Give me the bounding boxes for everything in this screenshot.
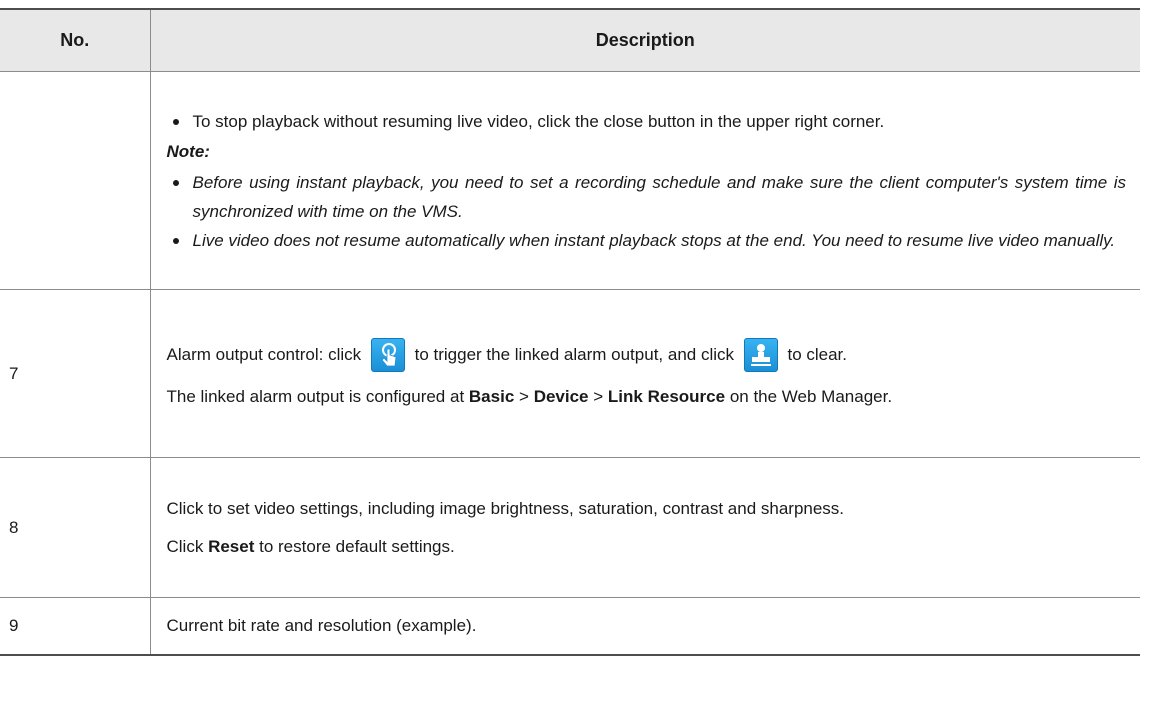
- text-segment: on the Web Manager.: [729, 386, 893, 406]
- menu-path-basic: Basic: [468, 386, 515, 406]
- row-number: 9: [0, 597, 151, 656]
- note-item: Live video does not resume automatically…: [167, 226, 1127, 255]
- table-row: 8 Click to set video settings, including…: [0, 457, 1140, 598]
- text-segment: to restore default settings.: [259, 537, 455, 556]
- note-label: Note:: [166, 141, 210, 161]
- row-description: Click to set video settings, including i…: [149, 457, 1140, 598]
- text-segment: to clear.: [787, 344, 848, 364]
- clear-alarm-icon[interactable]: [743, 338, 778, 373]
- header-description: Description: [149, 8, 1140, 72]
- video-settings-text: Click to set video settings, including i…: [166, 499, 845, 518]
- menu-path-link-resource: Link Resource: [607, 386, 726, 406]
- row-number: [0, 71, 151, 290]
- text-segment: to trigger the linked alarm output, and …: [414, 344, 734, 364]
- reset-label: Reset: [208, 537, 255, 556]
- list-item: To stop playback without resuming live v…: [167, 107, 1127, 136]
- table-row: To stop playback without resuming live v…: [0, 71, 1140, 290]
- path-separator: >: [519, 386, 529, 406]
- note-item: Before using instant playback, you need …: [167, 168, 1126, 226]
- alarm-control-text: Alarm output control: click to trigger t…: [167, 337, 1127, 373]
- table-row: 7 Alarm output control: click to trigger…: [0, 289, 1140, 458]
- row-number: 8: [0, 457, 151, 598]
- text-segment: Click: [166, 537, 204, 556]
- table-header-row: No. Description: [0, 8, 1140, 72]
- row-description: Current bit rate and resolution (example…: [149, 597, 1140, 656]
- text-segment: The linked alarm output is configured at: [166, 386, 465, 406]
- row-description: Alarm output control: click to trigger t…: [149, 289, 1140, 458]
- description-table: No. Description To stop playback without…: [0, 8, 1140, 656]
- header-no: No.: [0, 8, 151, 72]
- table-row: 9 Current bit rate and resolution (examp…: [0, 597, 1140, 656]
- row-description: To stop playback without resuming live v…: [149, 71, 1140, 290]
- text-segment: Alarm output control: click: [166, 344, 362, 364]
- trigger-alarm-icon[interactable]: [370, 338, 405, 373]
- link-resource-text: The linked alarm output is configured at…: [167, 382, 1127, 411]
- menu-path-device: Device: [533, 386, 589, 406]
- path-separator: >: [593, 386, 604, 406]
- row-number: 7: [0, 289, 151, 458]
- reset-text: Click Reset to restore default settings.: [167, 532, 1127, 561]
